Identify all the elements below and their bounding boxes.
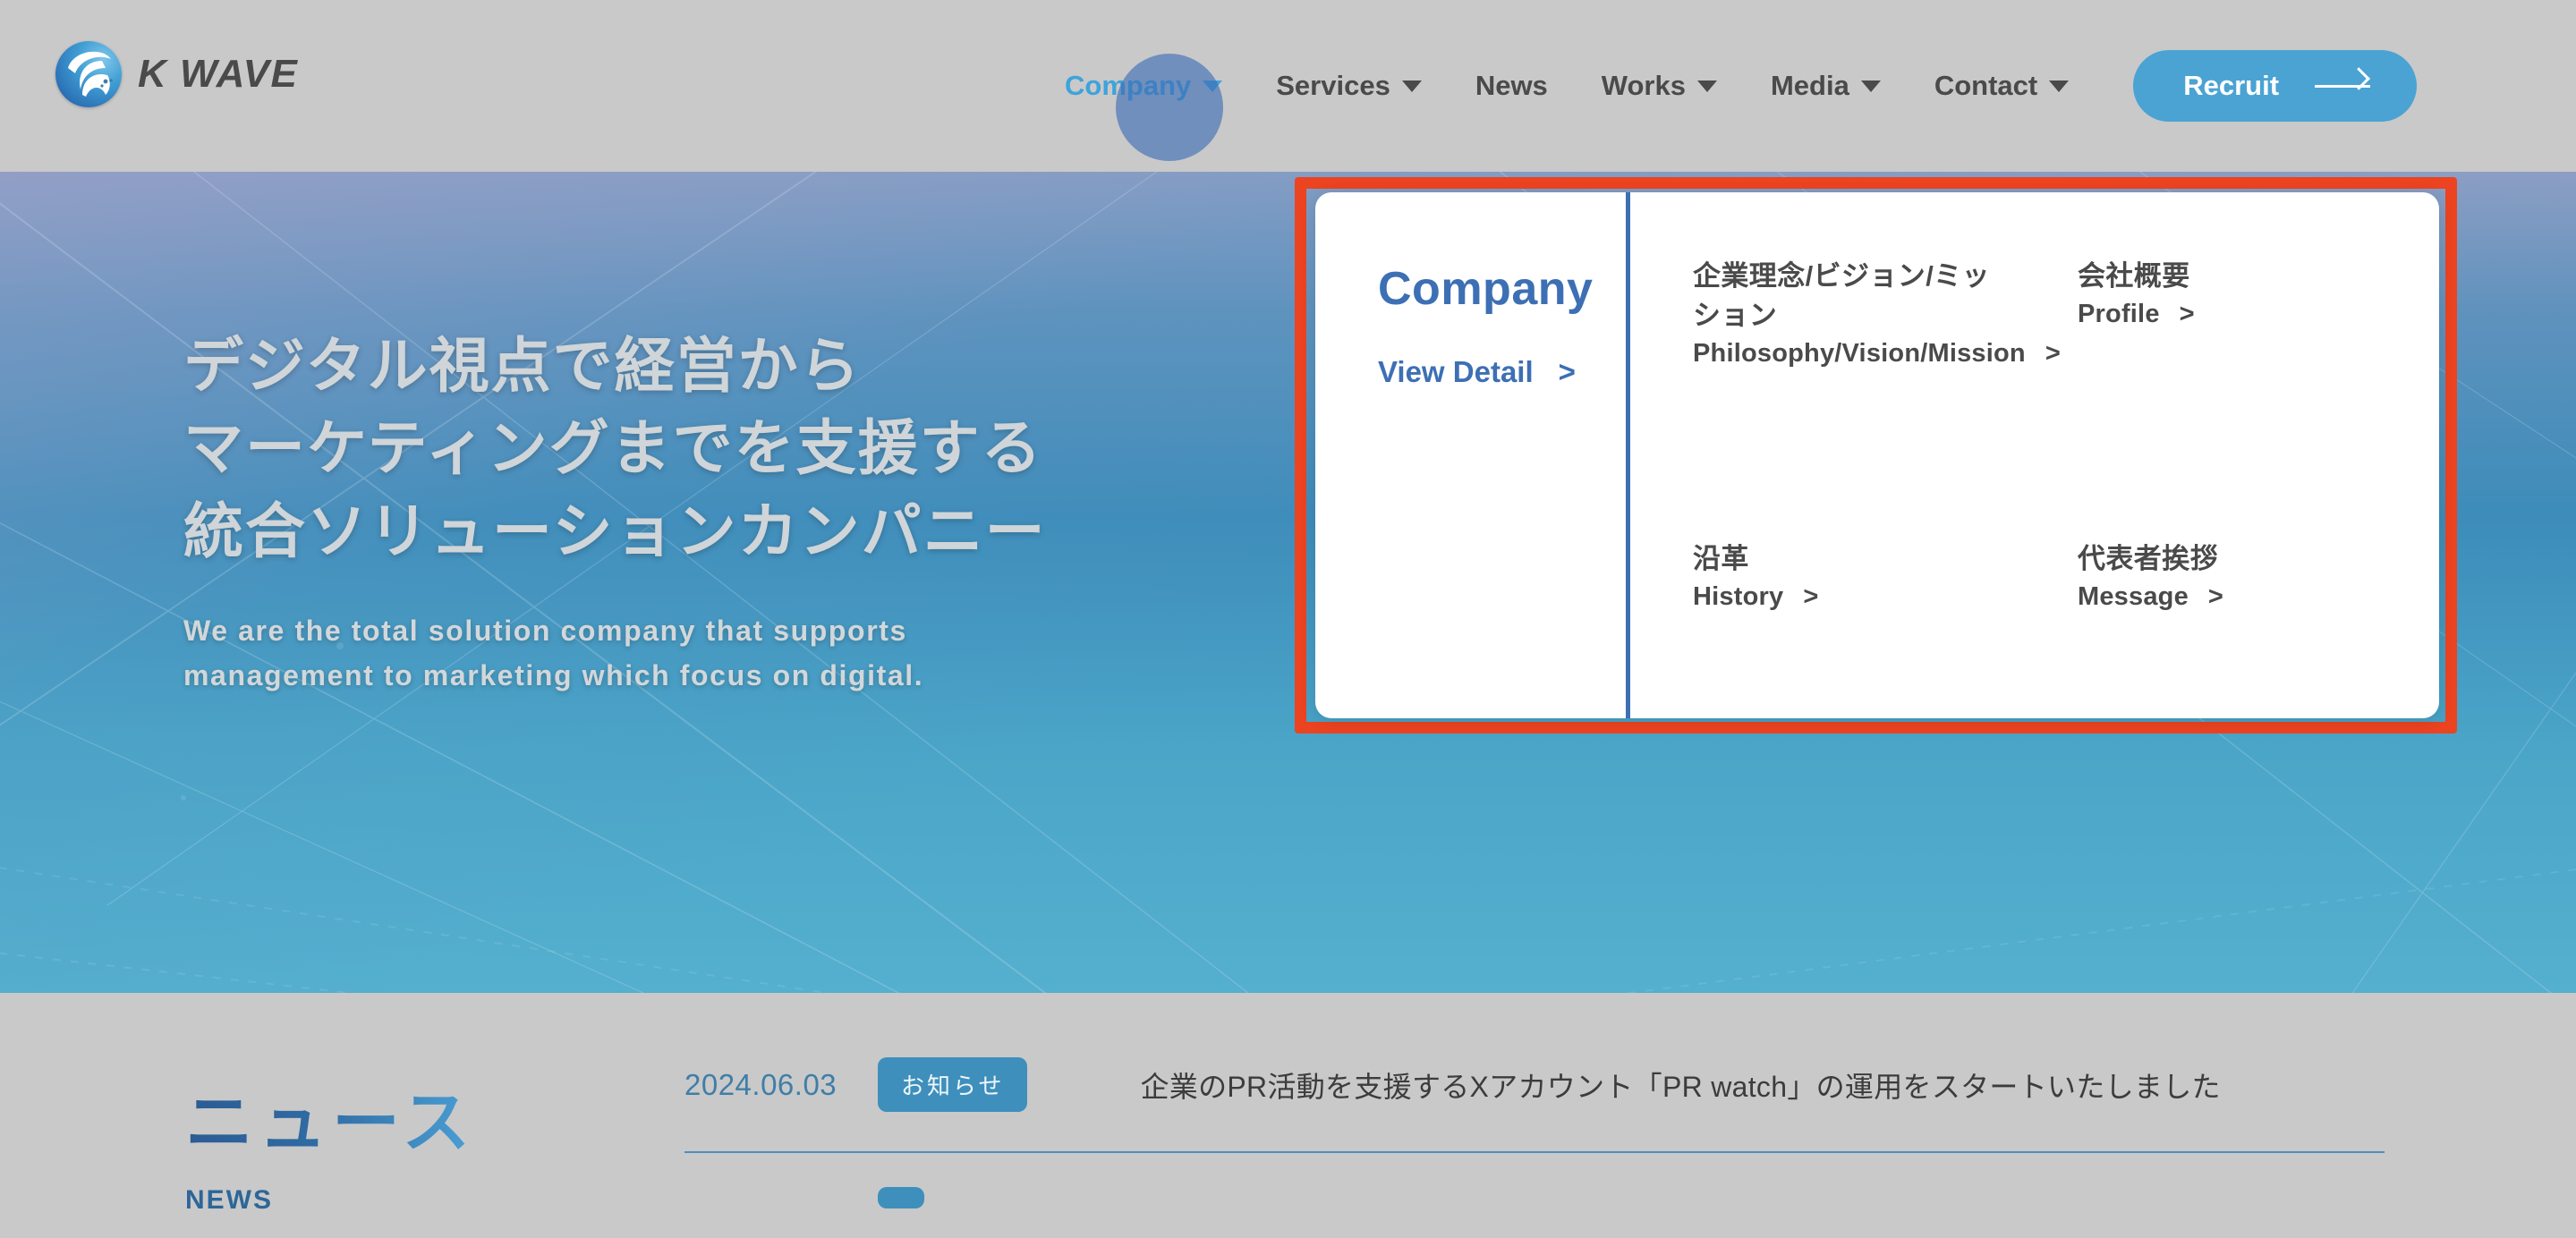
nav-label-company: Company (1065, 70, 1192, 101)
news-item-title: 企業のPR活動を支援するXアカウント「PR watch」の運用をスタートいたしま… (1140, 1070, 2221, 1103)
dropdown-item-profile-en: Profile > (2078, 300, 2195, 328)
arrow-right-icon (2315, 84, 2371, 88)
recruit-button-label: Recruit (2183, 70, 2280, 101)
dropdown-title: Company (1378, 263, 1594, 315)
news-section: ニュース NEWS 2024.06.03 お知らせ 企業のPR活動を支援するXア… (0, 993, 2576, 1238)
dropdown-item-message-jp: 代表者挨拶 (2078, 543, 2218, 574)
chevron-down-icon (2049, 80, 2070, 92)
nav-item-news[interactable]: News (1449, 70, 1575, 102)
chevron-down-icon (1401, 80, 1422, 92)
nav-label-contact: Contact (1934, 70, 2038, 101)
dropdown-item-history-en-label: History (1693, 582, 1784, 612)
news-list: 2024.06.03 お知らせ 企業のPR活動を支援するXアカウント「PR wa… (684, 1057, 2385, 1238)
dropdown-item-message-en: Message > (2078, 582, 2223, 611)
dropdown-item-philosophy-en-label: Philosophy/Vision/Mission (1693, 339, 2026, 369)
news-heading: ニュース NEWS (185, 1067, 475, 1216)
chevron-down-icon (1860, 80, 1881, 92)
nav-item-company[interactable]: Company (1038, 70, 1249, 102)
nav-label-works: Works (1601, 70, 1686, 101)
view-detail-link[interactable]: View Detail > (1378, 355, 1626, 389)
dropdown-item-profile[interactable]: 会社概要 Profile > (2078, 257, 2439, 475)
chevron-right-icon: > (2179, 300, 2195, 329)
recruit-button[interactable]: Recruit (2133, 50, 2418, 122)
news-item-date: 2024.06.03 (684, 1067, 837, 1101)
dropdown-right-column: 企業理念/ビジョン/ミッション Philosophy/Vision/Missio… (1630, 192, 2439, 718)
dropdown-item-history-en: History > (1693, 582, 1818, 611)
news-list-item[interactable]: 2024.06.03 お知らせ 企業のPR活動を支援するXアカウント「PR wa… (684, 1057, 2385, 1153)
news-heading-jp: ニュース (185, 1067, 475, 1166)
view-detail-label: View Detail (1378, 355, 1534, 388)
dropdown-item-philosophy[interactable]: 企業理念/ビジョン/ミッション Philosophy/Vision/Missio… (1693, 257, 2078, 475)
company-dropdown-panel: Company View Detail > 企業理念/ビジョン/ミッション Ph… (1315, 192, 2439, 718)
news-list-item[interactable] (684, 1187, 2385, 1238)
dropdown-item-philosophy-en: Philosophy/Vision/Mission > (1693, 339, 2061, 368)
dropdown-left-column: Company View Detail > (1315, 192, 1630, 718)
dropdown-item-history-jp: 沿革 (1693, 543, 1749, 574)
chevron-right-icon: > (1803, 582, 1819, 612)
main-navigation: Company Services News Works Media Contac… (1038, 0, 2418, 172)
chevron-down-icon (1203, 80, 1223, 92)
nav-label-news: News (1475, 70, 1548, 101)
page-root: デジタル視点で経営から マーケティングまでを支援する 統合ソリューションカンパニ… (0, 0, 2576, 1238)
dropdown-item-philosophy-jp: 企業理念/ビジョン/ミッション (1693, 260, 1991, 332)
dropdown-item-history[interactable]: 沿革 History > (1693, 539, 2078, 718)
nav-item-services[interactable]: Services (1249, 70, 1449, 102)
news-item-badge: お知らせ (878, 1057, 1028, 1112)
dropdown-item-message[interactable]: 代表者挨拶 Message > (2078, 539, 2439, 718)
wave-circle-logo-icon (55, 41, 122, 107)
nav-item-media[interactable]: Media (1744, 70, 1908, 102)
dropdown-item-profile-en-label: Profile (2078, 300, 2160, 329)
news-item-badge (878, 1187, 924, 1208)
chevron-right-icon: > (2045, 339, 2061, 369)
dropdown-item-profile-jp: 会社概要 (2078, 260, 2190, 292)
nav-item-contact[interactable]: Contact (1908, 70, 2096, 102)
site-header: K WAVE Company Services News Works Media (0, 0, 2576, 172)
chevron-right-icon: > (2207, 582, 2224, 612)
news-heading-en: NEWS (185, 1185, 273, 1215)
logo[interactable]: K WAVE (55, 41, 298, 107)
nav-label-media: Media (1770, 70, 1849, 101)
nav-label-services: Services (1276, 70, 1390, 101)
chevron-right-icon: > (1558, 355, 1576, 388)
dropdown-item-message-en-label: Message (2078, 582, 2189, 612)
chevron-down-icon (1696, 80, 1717, 92)
nav-item-works[interactable]: Works (1575, 70, 1744, 102)
logo-text: K WAVE (138, 52, 299, 96)
